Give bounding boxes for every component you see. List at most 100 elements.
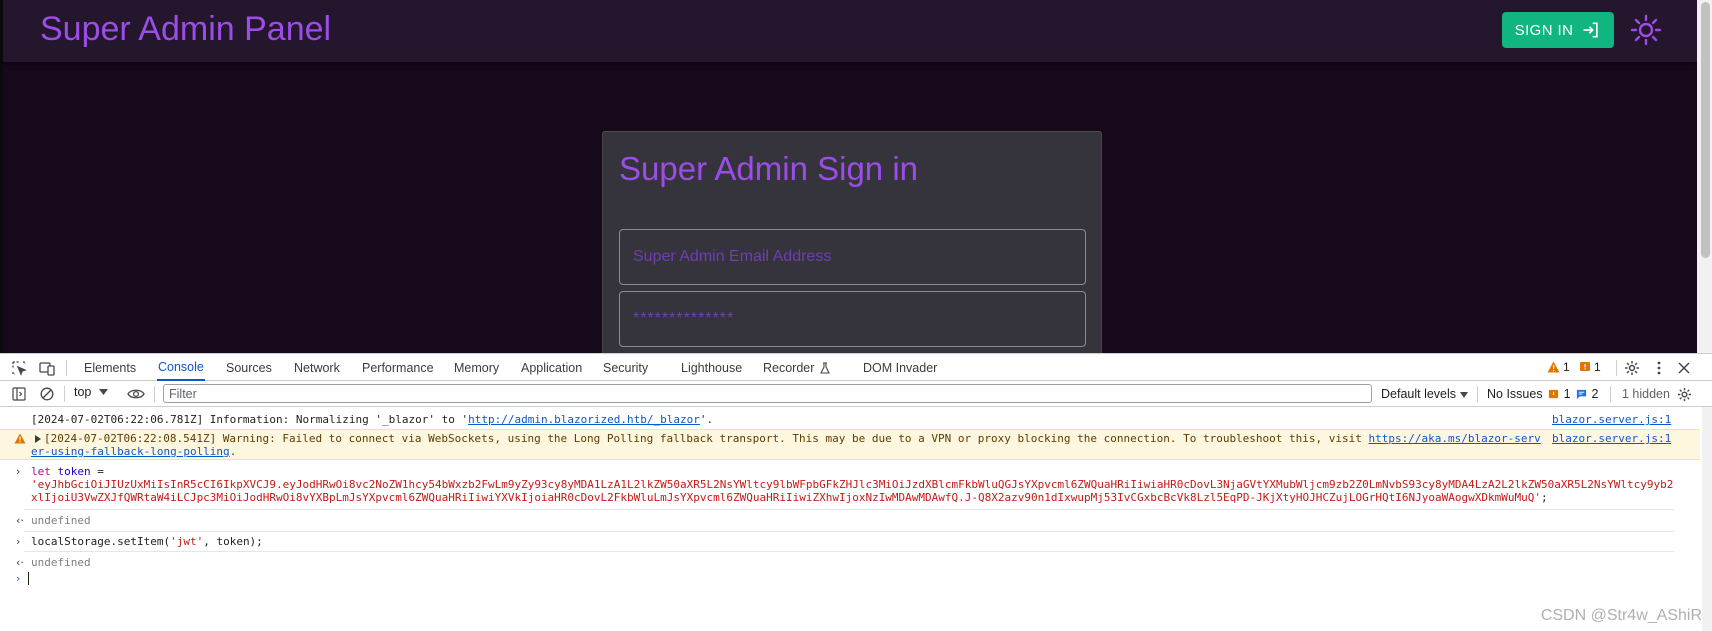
clear-console-icon[interactable] bbox=[37, 384, 57, 404]
issue-flag-icon bbox=[1548, 389, 1558, 398]
result-undefined-1: undefined bbox=[31, 514, 91, 527]
tab-sources[interactable]: Sources bbox=[225, 354, 273, 381]
tab-console[interactable]: Console bbox=[157, 354, 205, 381]
info-end: '. bbox=[699, 413, 714, 426]
warning-end: . bbox=[229, 445, 237, 458]
inspect-element-icon[interactable] bbox=[9, 358, 29, 378]
info-message-icon bbox=[1576, 389, 1586, 399]
variable-token: token bbox=[57, 465, 91, 478]
console-result-2: ‹· undefined bbox=[0, 556, 1700, 570]
input-chevron-icon: › bbox=[16, 535, 21, 548]
tab-recorder-label: Recorder bbox=[763, 360, 815, 375]
console-message-warning: [2024-07-02T06:22:08.541Z] Warning: Fail… bbox=[0, 429, 1700, 460]
filter-input[interactable] bbox=[163, 384, 1372, 403]
console-divider bbox=[24, 531, 1674, 532]
toolbar-divider bbox=[1610, 386, 1611, 402]
result-chevron-icon: ‹· bbox=[16, 514, 24, 527]
toolbar-divider bbox=[64, 386, 65, 402]
live-expression-eye-icon[interactable] bbox=[126, 384, 146, 404]
warning-link-part-1[interactable]: https://aka.ms/blazor-serv bbox=[1369, 432, 1541, 445]
password-field[interactable]: ************** bbox=[619, 291, 1086, 347]
hidden-count: 1 hidden bbox=[1622, 387, 1670, 401]
close-devtools-icon[interactable] bbox=[1674, 358, 1694, 378]
tab-network[interactable]: Network bbox=[293, 354, 341, 381]
toolbar-divider bbox=[1477, 386, 1478, 402]
prompt-chevron-icon: › bbox=[16, 572, 21, 585]
tab-application[interactable]: Application bbox=[520, 354, 583, 381]
result-undefined-2: undefined bbox=[31, 556, 91, 569]
issue-flag-icon bbox=[1580, 362, 1590, 371]
setitem-args: , token); bbox=[203, 535, 263, 548]
tab-recorder[interactable]: Recorder bbox=[762, 354, 832, 381]
caret-down-icon bbox=[99, 389, 109, 395]
info-text: [2024-07-02T06:22:06.781Z] Information: … bbox=[31, 413, 469, 426]
equals: = bbox=[90, 465, 104, 478]
info-badge-count: 2 bbox=[1591, 387, 1599, 401]
console-input-setitem: › localStorage.setItem('jwt', token); bbox=[0, 535, 1700, 549]
console-scrollbar[interactable] bbox=[1702, 407, 1712, 631]
input-chevron-icon: › bbox=[16, 465, 21, 478]
tab-performance[interactable]: Performance bbox=[361, 354, 435, 381]
tab-memory[interactable]: Memory bbox=[453, 354, 500, 381]
console-input-token: › let token = 'eyJhbGciOiJIUzUxMiIsInR5c… bbox=[0, 465, 1700, 507]
semicolon: ; bbox=[1540, 491, 1548, 504]
console-message-info: [2024-07-02T06:22:06.781Z] Information: … bbox=[0, 413, 1700, 427]
email-field[interactable]: Super Admin Email Address bbox=[619, 229, 1086, 285]
issue-badge-count: 1 bbox=[1563, 387, 1571, 401]
sign-in-label: SIGN IN bbox=[1514, 21, 1574, 39]
issue-count-badge[interactable]: 1 bbox=[1579, 360, 1601, 374]
watermark: CSDN @Str4w_AShiR bbox=[1540, 607, 1702, 624]
setitem-command: localStorage.setItem('jwt', token); bbox=[31, 535, 263, 548]
devtools-panel: Elements Console Sources Network Perform… bbox=[0, 353, 1712, 631]
no-issues-label: No Issues bbox=[1487, 387, 1543, 401]
sidebar-toggle-icon[interactable] bbox=[9, 384, 29, 404]
caret-down-icon bbox=[1459, 392, 1468, 398]
context-select[interactable]: top bbox=[74, 385, 109, 399]
warning-message-text-cont: er-using-fallback-long-polling. bbox=[31, 445, 236, 458]
console-settings-gear-icon[interactable] bbox=[1674, 384, 1694, 404]
scrollbar-thumb[interactable] bbox=[1701, 2, 1710, 258]
info-message-text: [2024-07-02T06:22:06.781Z] Information: … bbox=[31, 413, 713, 426]
tab-security[interactable]: Security bbox=[602, 354, 649, 381]
result-chevron-icon: ‹· bbox=[16, 556, 24, 569]
issues-button[interactable]: No Issues 1 2 bbox=[1487, 387, 1599, 401]
warning-count: 1 bbox=[1563, 360, 1570, 374]
tab-lighthouse[interactable]: Lighthouse bbox=[680, 354, 743, 381]
flask-icon bbox=[820, 361, 831, 374]
tab-dom-invader[interactable]: DOM Invader bbox=[862, 354, 938, 381]
keyword-let: let bbox=[31, 465, 51, 478]
log-levels-dropdown[interactable]: Default levels bbox=[1381, 387, 1468, 401]
tab-elements[interactable]: Elements bbox=[83, 354, 137, 381]
context-value: top bbox=[74, 385, 92, 399]
app-title: Super Admin Panel bbox=[40, 10, 332, 48]
expand-triangle-icon[interactable] bbox=[35, 435, 41, 443]
more-options-icon[interactable] bbox=[1649, 358, 1669, 378]
console-output: [2024-07-02T06:22:06.781Z] Information: … bbox=[0, 407, 1712, 631]
settings-gear-icon[interactable] bbox=[1622, 358, 1642, 378]
login-icon bbox=[1583, 22, 1598, 38]
sun-icon bbox=[1630, 14, 1662, 46]
theme-toggle-button[interactable] bbox=[1628, 12, 1664, 48]
console-result-1: ‹· undefined bbox=[0, 514, 1700, 528]
warning-count-badge[interactable]: 1 bbox=[1547, 360, 1570, 374]
card-title: Super Admin Sign in bbox=[619, 150, 919, 187]
warning-icon bbox=[1547, 361, 1560, 373]
app-viewport: Super Admin Panel SIGN IN Super Admin Si… bbox=[0, 0, 1712, 353]
setitem-key: 'jwt' bbox=[170, 535, 204, 548]
info-link[interactable]: http://admin.blazorized.htb/_blazor bbox=[468, 413, 700, 426]
warning-icon bbox=[14, 433, 26, 444]
tab-divider bbox=[1616, 360, 1617, 376]
info-source-link[interactable]: blazor.server.js:1 bbox=[1552, 413, 1671, 426]
sign-in-button[interactable]: SIGN IN bbox=[1502, 12, 1614, 48]
warning-link-part-2[interactable]: er-using-fallback-long-polling bbox=[31, 445, 230, 458]
token-string-part-2: xlIjoiU3VwZXJfQWRtaW4iLCJpc3MiOiJodHRwOi… bbox=[31, 491, 1541, 504]
device-toolbar-icon[interactable] bbox=[37, 358, 57, 378]
console-divider bbox=[24, 509, 1674, 510]
console-prompt[interactable]: › bbox=[0, 572, 1700, 586]
app-bar: Super Admin Panel SIGN IN bbox=[3, 0, 1697, 62]
token-string-line-1: 'eyJhbGciOiJIUzUxMiIsInR5cCI6IkpXVCJ9.ey… bbox=[31, 478, 1674, 491]
warning-source-link[interactable]: blazor.server.js:1 bbox=[1552, 432, 1671, 445]
page-scrollbar[interactable] bbox=[1697, 0, 1712, 353]
tab-divider bbox=[66, 360, 67, 376]
sign-in-card: Super Admin Sign in Super Admin Email Ad… bbox=[602, 131, 1102, 353]
